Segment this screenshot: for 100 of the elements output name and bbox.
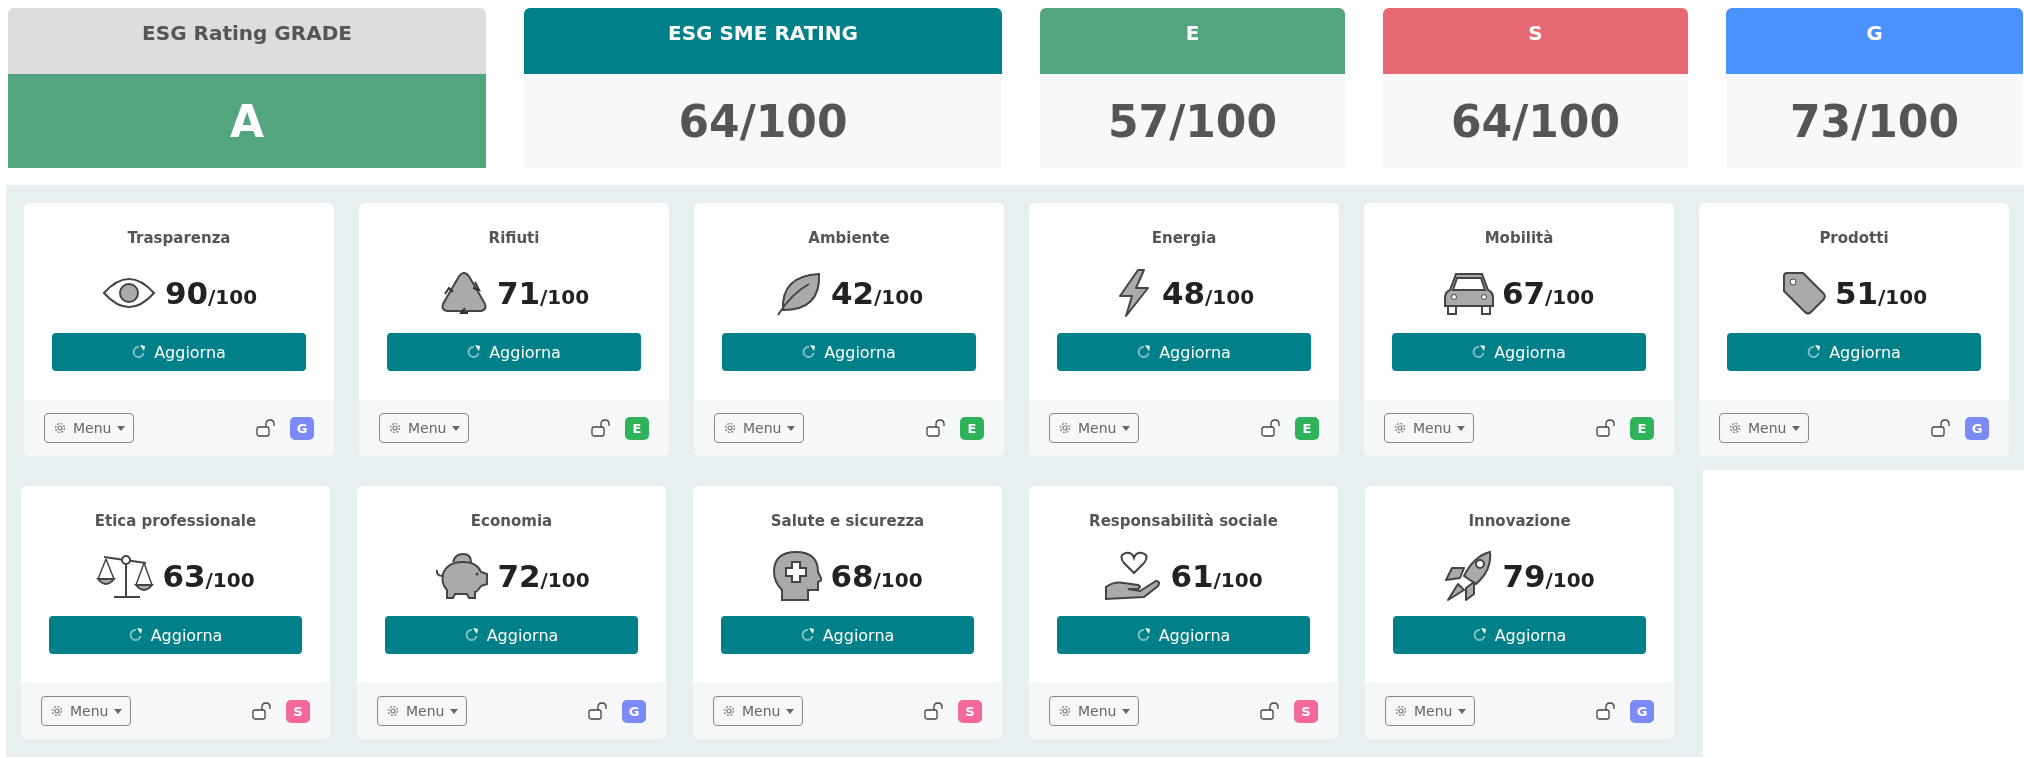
gear-icon [1394, 704, 1408, 718]
piggy-bank-icon [433, 552, 490, 600]
leaf-icon [774, 270, 823, 316]
refresh-button[interactable]: Aggiorna [387, 333, 641, 371]
gear-icon [388, 421, 402, 435]
unlocked-padlock-icon [1596, 702, 1616, 720]
caret-icon [787, 425, 796, 431]
refresh-icon [1472, 345, 1487, 359]
gear-icon [50, 704, 64, 718]
score-value: 72/100 [497, 558, 590, 594]
unlocked-padlock-icon [252, 702, 272, 720]
rating-value: 57/100 [1107, 95, 1278, 147]
score-value: 90/100 [164, 275, 258, 311]
caret-icon [452, 425, 461, 431]
card-title: Etica professionale [94, 512, 257, 530]
refresh-button[interactable]: Aggiorna [1727, 333, 1981, 371]
menu-dropdown[interactable]: Menu [1385, 696, 1476, 726]
refresh-button[interactable]: Aggiorna [1057, 616, 1310, 654]
unlocked-padlock-icon [924, 702, 944, 720]
unlocked-padlock-icon [1931, 419, 1951, 437]
header-title: S [1528, 21, 1543, 45]
refresh-icon [1136, 628, 1151, 642]
menu-dropdown[interactable]: Menu [1049, 413, 1140, 443]
gear-icon [53, 421, 67, 435]
pillar-badge: G [1965, 416, 1989, 440]
pillar-badge: E [1630, 416, 1654, 440]
refresh-icon [800, 628, 815, 642]
unlocked-padlock-icon [1260, 702, 1280, 720]
refresh-button[interactable]: Aggiorna [1393, 616, 1646, 654]
card-title: Responsabilità sociale [1089, 512, 1278, 530]
refresh-icon [132, 345, 147, 359]
gear-icon [722, 704, 736, 718]
refresh-button[interactable]: Aggiorna [1057, 333, 1311, 371]
heart-hand-icon [1104, 551, 1163, 601]
gear-icon [386, 704, 400, 718]
caret-icon [450, 708, 459, 714]
unlocked-padlock-icon [588, 702, 608, 720]
card-title: Ambiente [808, 229, 890, 247]
menu-dropdown[interactable]: Menu [1719, 413, 1810, 443]
refresh-icon [802, 345, 817, 359]
gear-icon [723, 421, 737, 435]
pillar-badge: S [286, 699, 310, 723]
score-value: 48/100 [1161, 275, 1255, 311]
header-title: ESG Rating GRADE [142, 21, 352, 45]
refresh-button[interactable]: Aggiorna [49, 616, 302, 654]
card-title: Prodotti [1819, 229, 1889, 247]
refresh-button[interactable]: Aggiorna [385, 616, 638, 654]
refresh-button[interactable]: Aggiorna [1392, 333, 1646, 371]
pillar-badge: S [1294, 699, 1318, 723]
score-value: 42/100 [830, 275, 924, 311]
refresh-icon [464, 628, 479, 642]
caret-icon [1457, 425, 1466, 431]
menu-dropdown[interactable]: Menu [41, 696, 132, 726]
card-title: Economia [470, 512, 553, 530]
refresh-icon [467, 345, 482, 359]
header-title: E [1185, 21, 1200, 45]
pillar-badge: E [625, 416, 649, 440]
header-title: G [1866, 21, 1883, 45]
gear-icon [1058, 421, 1072, 435]
unlocked-padlock-icon [256, 419, 276, 437]
gear-icon [1728, 421, 1742, 435]
rating-value: A [229, 95, 265, 147]
score-value: 61/100 [1170, 558, 1263, 594]
refresh-button[interactable]: Aggiorna [722, 333, 976, 371]
score-value: 71/100 [496, 275, 590, 311]
menu-dropdown[interactable]: Menu [379, 413, 470, 443]
car-icon [1443, 270, 1494, 316]
gear-icon [1393, 421, 1407, 435]
menu-dropdown[interactable]: Menu [1049, 696, 1140, 726]
caret-icon [114, 708, 123, 714]
pillar-badge: E [960, 416, 984, 440]
rating-value: 64/100 [678, 95, 848, 147]
menu-dropdown[interactable]: Menu [713, 696, 804, 726]
head-plus-icon [772, 550, 823, 602]
unlocked-padlock-icon [1596, 419, 1616, 437]
card-title: Mobilità [1484, 229, 1554, 247]
refresh-icon [1137, 345, 1152, 359]
unlocked-padlock-icon [926, 419, 946, 437]
gear-icon [1058, 704, 1072, 718]
caret-icon [1458, 708, 1467, 714]
menu-dropdown[interactable]: Menu [44, 413, 135, 443]
card-title: Energia [1151, 229, 1217, 247]
score-value: 67/100 [1501, 275, 1595, 311]
menu-dropdown[interactable]: Menu [714, 413, 805, 443]
caret-icon [786, 708, 795, 714]
unlocked-padlock-icon [591, 419, 611, 437]
card-title: Innovazione [1468, 512, 1571, 530]
rating-value: 73/100 [1789, 95, 1960, 147]
score-value: 79/100 [1502, 558, 1595, 594]
score-value: 63/100 [162, 558, 255, 594]
refresh-icon [128, 628, 143, 642]
refresh-button[interactable]: Aggiorna [52, 333, 306, 371]
menu-dropdown[interactable]: Menu [377, 696, 468, 726]
pillar-badge: E [1295, 416, 1319, 440]
refresh-button[interactable]: Aggiorna [721, 616, 974, 654]
score-value: 51/100 [1834, 275, 1928, 311]
card-title: Salute e sicurezza [770, 512, 925, 530]
refresh-icon [1472, 628, 1487, 642]
caret-icon [1122, 425, 1131, 431]
menu-dropdown[interactable]: Menu [1384, 413, 1475, 443]
